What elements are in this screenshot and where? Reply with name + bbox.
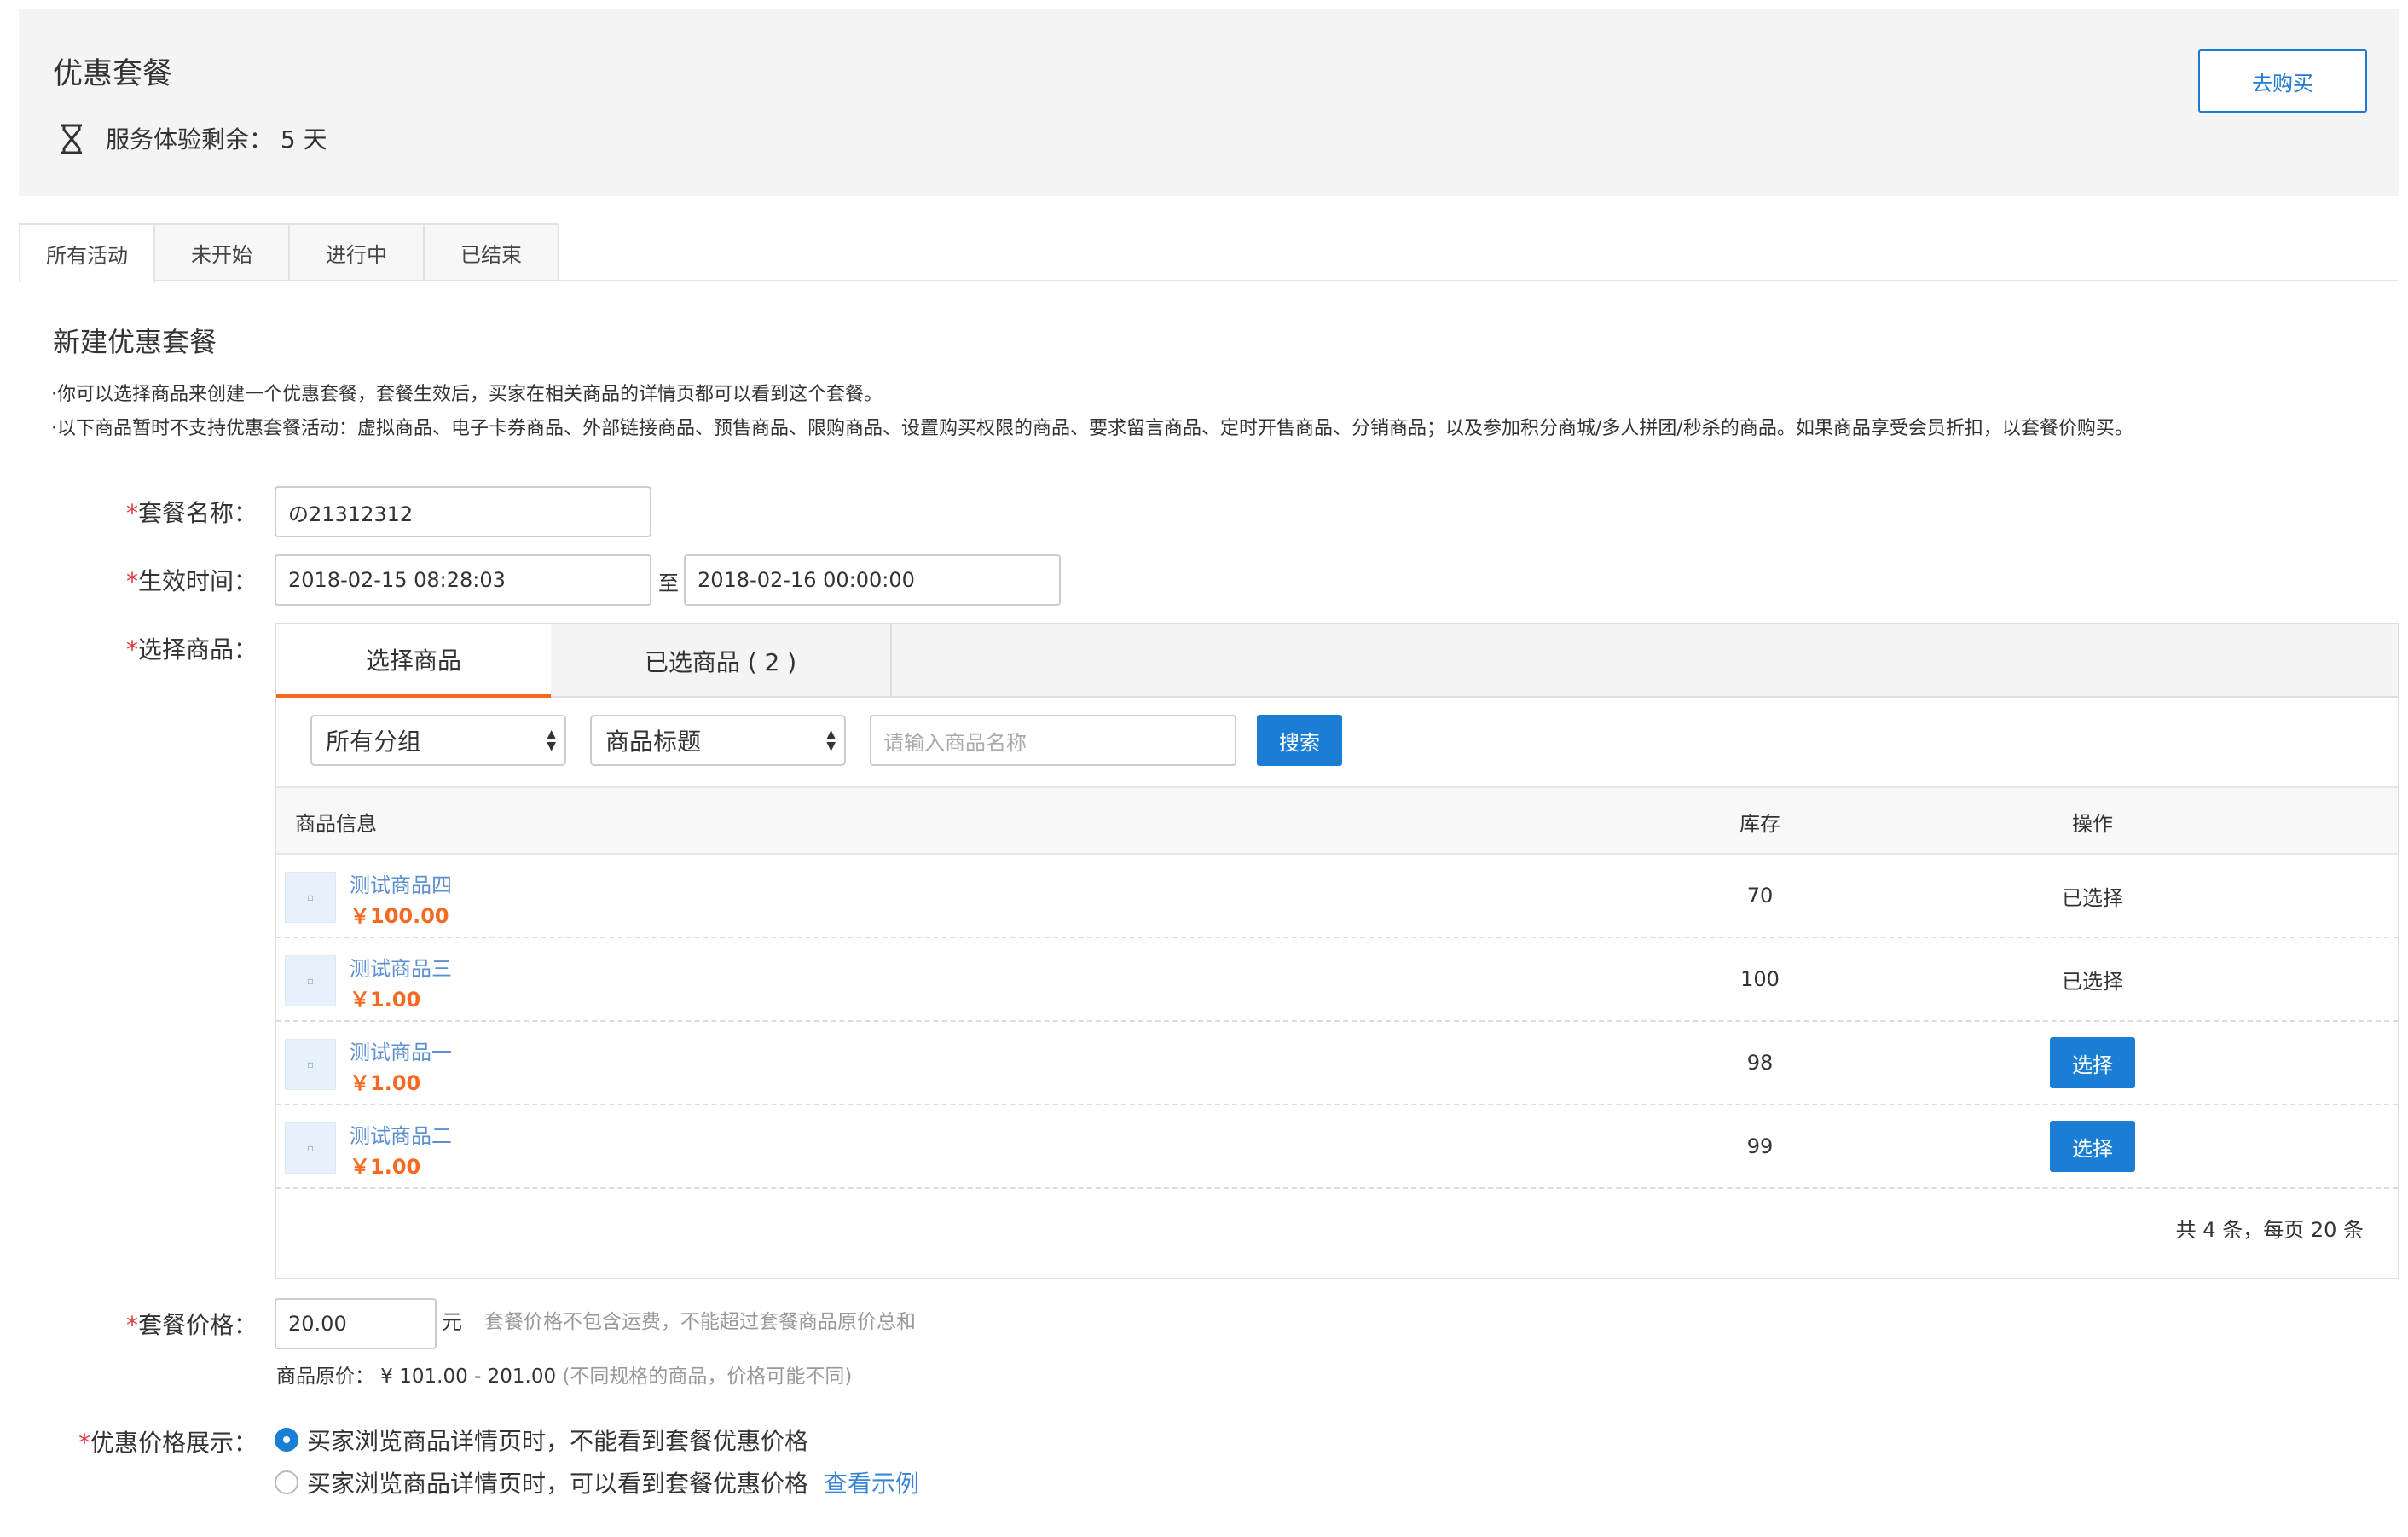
product-price: ￥1.00 [350, 1155, 421, 1179]
display-option-visible[interactable]: 买家浏览商品详情页时，可以看到套餐优惠价格 查看示例 [275, 1465, 919, 1499]
display-option-2-text: 买家浏览商品详情页时，可以看到套餐优惠价格 [307, 1470, 809, 1498]
product-thumbnail: ▫ [285, 955, 336, 1006]
package-price-label: *套餐价格： [126, 1307, 258, 1341]
select-goods-label-text: 选择商品： [138, 635, 258, 664]
radio-unchecked[interactable] [275, 1470, 298, 1494]
trial-remaining-text: 服务体验剩余： 5 天 [106, 125, 327, 154]
operation-cell: 选择 [2007, 1022, 2178, 1104]
field-select[interactable]: 商品标题 ▲ ▼ [590, 715, 846, 766]
select-product-button[interactable]: 选择 [2050, 1037, 2135, 1088]
package-name-label: *套餐名称： [126, 495, 258, 529]
product-thumbnail: ▫ [285, 872, 336, 923]
tab-all-activities[interactable]: 所有活动 [19, 223, 155, 283]
view-example-link[interactable]: 查看示例 [824, 1465, 919, 1499]
group-select-value: 所有分组 [326, 728, 422, 756]
product-stock: 98 [1746, 1051, 1774, 1075]
effective-time-label: *生效时间： [126, 563, 258, 597]
tab-in-progress[interactable]: 进行中 [288, 223, 425, 281]
product-thumbnail: ▫ [285, 1039, 336, 1090]
product-stock: 100 [1740, 967, 1780, 991]
required-mark: * [126, 499, 138, 527]
required-mark: * [126, 1311, 138, 1339]
goods-tab-bar: 选择商品 已选商品 ( 2 ) [276, 624, 2398, 698]
required-mark: * [78, 1429, 90, 1457]
pagination-info: 共 4 条，每页 20 条 [2175, 1218, 2364, 1242]
display-option-hidden[interactable]: 买家浏览商品详情页时，不能看到套餐优惠价格 [275, 1423, 808, 1457]
end-time-input[interactable]: 2018-02-16 00:00:00 [684, 554, 1061, 606]
table-row: ▫ 测试商品二 ￥1.00 99 选择 [276, 1105, 2398, 1189]
selected-status: 已选择 [2062, 969, 2123, 994]
group-select[interactable]: 所有分组 ▲ ▼ [310, 715, 566, 766]
package-name-input[interactable]: の21312312 [275, 486, 651, 537]
col-goods-info: 商品信息 [295, 811, 377, 836]
required-mark: * [126, 635, 138, 664]
product-stock: 99 [1746, 1134, 1774, 1158]
select-arrows-icon: ▲ ▼ [826, 728, 836, 753]
package-price-label-text: 套餐价格： [138, 1311, 258, 1339]
table-row: ▫ 测试商品四 ￥100.00 70 已选择 [276, 855, 2398, 938]
display-option-1-text: 买家浏览商品详情页时，不能看到套餐优惠价格 [307, 1427, 809, 1455]
original-price-note: (不同规格的商品，价格可能不同) [562, 1366, 853, 1388]
discount-display-label-text: 优惠价格展示： [90, 1429, 258, 1457]
select-goods-label: *选择商品： [126, 631, 258, 665]
product-name-link[interactable]: 测试商品一 [350, 1035, 452, 1065]
select-arrows-icon: ▲ ▼ [547, 728, 556, 753]
price-hint: 套餐价格不包含运费，不能超过套餐商品原价总和 [484, 1311, 916, 1333]
original-price-range: 商品原价： ¥ 101.00 - 201.00 [276, 1366, 557, 1388]
required-mark: * [126, 567, 138, 595]
activity-tabs: 所有活动 未开始 进行中 已结束 [19, 223, 2399, 283]
product-name-link[interactable]: 测试商品三 [350, 952, 452, 982]
header-panel: 优惠套餐 服务体验剩余： 5 天 去购买 [19, 9, 2399, 196]
buy-button[interactable]: 去购买 [2198, 49, 2367, 113]
start-time-input[interactable]: 2018-02-15 08:28:03 [275, 554, 651, 606]
discount-display-label: *优惠价格展示： [78, 1424, 258, 1459]
goods-search-input[interactable]: 请输入商品名称 [870, 715, 1236, 766]
to-separator: 至 [658, 571, 679, 595]
product-price: ￥1.00 [350, 988, 421, 1012]
col-operation: 操作 [2072, 811, 2113, 836]
search-button[interactable]: 搜索 [1257, 715, 1342, 766]
price-unit: 元 [442, 1310, 462, 1334]
product-name-link[interactable]: 测试商品四 [350, 868, 452, 898]
select-product-button[interactable]: 选择 [2050, 1121, 2135, 1172]
package-price-input[interactable]: 20.00 [275, 1298, 437, 1349]
product-thumbnail: ▫ [285, 1122, 336, 1174]
original-price: 商品原价： ¥ 101.00 - 201.00 (不同规格的商品，价格可能不同) [276, 1360, 852, 1389]
tab-select-goods[interactable]: 选择商品 [276, 624, 551, 698]
note-line-2: ·以下商品暂时不支持优惠套餐活动：虚拟商品、电子卡券商品、外部链接商品、预售商品… [51, 418, 2133, 439]
table-row: ▫ 测试商品一 ￥1.00 98 选择 [276, 1022, 2398, 1105]
note-line-1: ·你可以选择商品来创建一个优惠套餐，套餐生效后，买家在相关商品的详情页都可以看到… [51, 384, 883, 405]
tab-selected-goods[interactable]: 已选商品 ( 2 ) [551, 624, 892, 698]
radio-checked[interactable] [275, 1428, 298, 1452]
effective-time-label-text: 生效时间： [138, 567, 258, 595]
product-name-link[interactable]: 测试商品二 [350, 1119, 452, 1149]
product-price: ￥1.00 [350, 1071, 421, 1095]
goods-selector-panel: 选择商品 已选商品 ( 2 ) 所有分组 ▲ ▼ 商品标题 ▲ ▼ 请输入商品名称 … [275, 623, 2399, 1279]
goods-table-header: 商品信息 库存 操作 [276, 786, 2398, 855]
product-stock: 70 [1746, 884, 1774, 908]
section-title: 新建优惠套餐 [53, 326, 217, 358]
product-price: ￥100.00 [350, 904, 449, 928]
selected-status: 已选择 [2062, 885, 2123, 910]
package-name-label-text: 套餐名称： [138, 499, 258, 527]
operation-cell: 选择 [2007, 1105, 2178, 1187]
tab-not-started[interactable]: 未开始 [153, 223, 290, 281]
page-title: 优惠套餐 [53, 57, 173, 91]
tab-ended[interactable]: 已结束 [423, 223, 559, 281]
col-stock: 库存 [1739, 811, 1780, 836]
table-row: ▫ 测试商品三 ￥1.00 100 已选择 [276, 938, 2398, 1022]
field-select-value: 商品标题 [605, 728, 702, 756]
hourglass-icon [61, 124, 82, 154]
